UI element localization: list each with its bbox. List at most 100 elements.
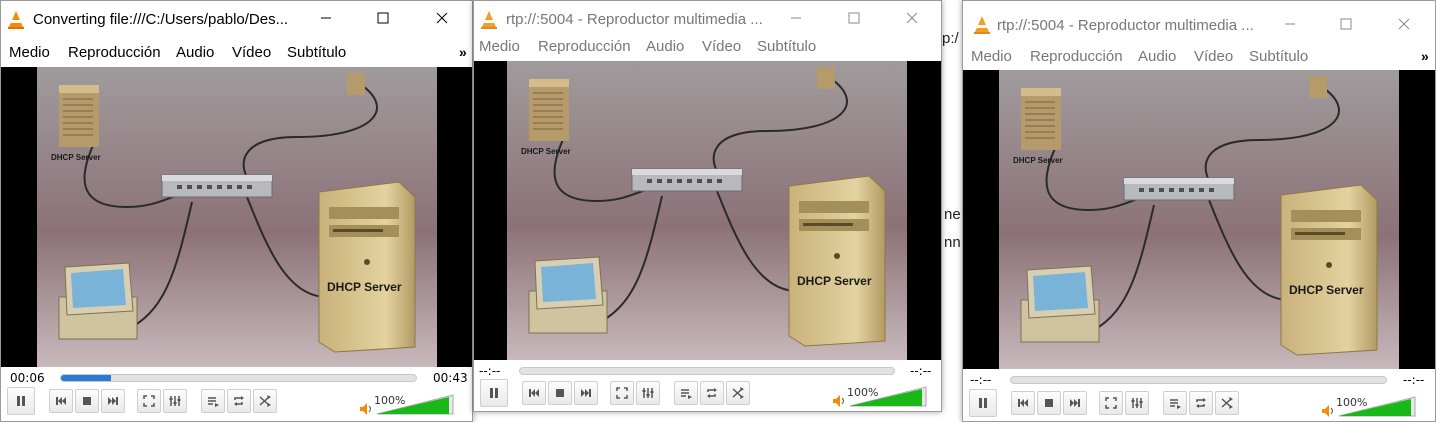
video-area[interactable]: DHCP Server DHCP Server — [963, 70, 1435, 369]
time-total: 00:43 — [433, 371, 468, 385]
server-label: DHCP Server — [1013, 156, 1063, 165]
pause-button[interactable] — [480, 379, 508, 407]
menu-subtitulo[interactable]: Subtítulo — [287, 44, 346, 61]
close-button[interactable] — [419, 1, 465, 35]
background-text-fragment: nn — [944, 234, 961, 251]
vlc-cone-icon — [8, 11, 24, 29]
time-elapsed: --:-- — [970, 373, 992, 387]
menu-medio[interactable]: Medio — [9, 44, 50, 61]
menu-overflow-chevron[interactable]: » — [1421, 48, 1429, 64]
stop-button[interactable] — [548, 381, 572, 405]
video-frame: DHCP Server DHCP Server — [999, 70, 1399, 369]
loop-button[interactable] — [700, 381, 724, 405]
menu-audio[interactable]: Audio — [646, 38, 684, 55]
menu-video[interactable]: Vídeo — [702, 38, 741, 55]
loop-button[interactable] — [1189, 391, 1213, 415]
background-text-fragment: p:/ — [942, 30, 959, 47]
next-button[interactable] — [1063, 391, 1087, 415]
seek-slider[interactable] — [60, 374, 417, 382]
seek-slider[interactable] — [519, 367, 895, 375]
previous-button[interactable] — [1011, 391, 1035, 415]
playlist-button[interactable] — [674, 381, 698, 405]
fullscreen-button[interactable] — [137, 389, 161, 413]
next-button[interactable] — [101, 389, 125, 413]
network-switch-illustration — [161, 174, 273, 198]
title-bar[interactable]: Converting file:///C:/Users/pablo/Des... — [1, 1, 472, 39]
fullscreen-button[interactable] — [1099, 391, 1123, 415]
maximize-button[interactable] — [1323, 7, 1369, 41]
tower-server-illustration — [318, 181, 416, 353]
minimize-button[interactable] — [773, 1, 819, 35]
volume-slider[interactable] — [1325, 395, 1417, 417]
menu-video[interactable]: Vídeo — [232, 44, 271, 61]
vlc-window-rtp-2[interactable]: rtp://:5004 - Reproductor multimedia ...… — [962, 0, 1436, 422]
volume-slider[interactable] — [836, 385, 928, 407]
shuffle-button[interactable] — [726, 381, 750, 405]
menu-reproduccion[interactable]: Reproducción — [538, 38, 631, 55]
small-server-illustration — [1021, 88, 1061, 150]
server-label: DHCP Server — [327, 280, 402, 294]
volume-slider[interactable] — [363, 393, 455, 415]
extended-settings-button[interactable] — [1125, 391, 1149, 415]
pause-button[interactable] — [969, 389, 997, 417]
fullscreen-button[interactable] — [610, 381, 634, 405]
seek-progress — [61, 375, 111, 381]
video-area[interactable]: DHCP Server DHCP Server — [474, 61, 941, 360]
window-title: rtp://:5004 - Reproductor multimedia ... — [997, 17, 1254, 34]
tower-server-illustration — [788, 175, 886, 347]
menu-overflow-chevron[interactable]: » — [459, 44, 467, 60]
close-button[interactable] — [1381, 7, 1427, 41]
tower-server-illustration — [1280, 184, 1378, 356]
video-area[interactable]: DHCP Server DHCP Server — [1, 67, 472, 367]
extended-settings-button[interactable] — [163, 389, 187, 413]
menu-subtitulo[interactable]: Subtítulo — [1249, 48, 1308, 65]
time-elapsed: --:-- — [479, 364, 501, 378]
menu-audio[interactable]: Audio — [1138, 48, 1176, 65]
computer-illustration — [1020, 265, 1100, 343]
network-switch-illustration — [1123, 177, 1235, 201]
shuffle-button[interactable] — [253, 389, 277, 413]
control-bar: 100% — [474, 379, 941, 411]
menu-medio[interactable]: Medio — [479, 38, 520, 55]
menu-medio[interactable]: Medio — [971, 48, 1012, 65]
maximize-button[interactable] — [831, 1, 877, 35]
vlc-window-rtp-1[interactable]: rtp://:5004 - Reproductor multimedia ...… — [473, 0, 942, 412]
previous-button[interactable] — [522, 381, 546, 405]
stop-button[interactable] — [75, 389, 99, 413]
server-label: DHCP Server — [797, 274, 872, 288]
window-title: Converting file:///C:/Users/pablo/Des... — [33, 11, 289, 28]
menu-reproduccion[interactable]: Reproducción — [68, 44, 161, 61]
server-label: DHCP Server — [51, 153, 101, 162]
control-bar: 100% — [1, 387, 472, 421]
menu-audio[interactable]: Audio — [176, 44, 214, 61]
minimize-button[interactable] — [1267, 7, 1313, 41]
stop-button[interactable] — [1037, 391, 1061, 415]
seek-slider[interactable] — [1010, 376, 1387, 384]
minimize-button[interactable] — [303, 1, 349, 35]
time-total: --:-- — [1403, 373, 1425, 387]
menu-subtitulo[interactable]: Subtítulo — [757, 38, 816, 55]
playlist-button[interactable] — [201, 389, 225, 413]
extended-settings-button[interactable] — [636, 381, 660, 405]
menu-bar: Medio Reproducción Audio Vídeo Subtítulo… — [1, 39, 472, 66]
next-button[interactable] — [574, 381, 598, 405]
server-label: DHCP Server — [1289, 283, 1364, 297]
vlc-cone-icon — [974, 16, 990, 34]
playlist-button[interactable] — [1163, 391, 1187, 415]
close-button[interactable] — [889, 1, 935, 35]
previous-button[interactable] — [49, 389, 73, 413]
vlc-window-converting[interactable]: Converting file:///C:/Users/pablo/Des...… — [0, 0, 473, 422]
pause-button[interactable] — [7, 387, 35, 415]
menu-reproduccion[interactable]: Reproducción — [1030, 48, 1123, 65]
loop-button[interactable] — [227, 389, 251, 413]
time-elapsed: 00:06 — [10, 371, 45, 385]
vlc-cone-icon — [481, 11, 497, 29]
maximize-button[interactable] — [360, 1, 406, 35]
shuffle-button[interactable] — [1215, 391, 1239, 415]
menu-bar: Medio Reproducción Audio Vídeo Subtítulo… — [963, 43, 1435, 70]
small-server-illustration — [59, 85, 99, 147]
menu-video[interactable]: Vídeo — [1194, 48, 1233, 65]
title-bar[interactable]: rtp://:5004 - Reproductor multimedia ... — [963, 1, 1435, 39]
time-total: --:-- — [910, 364, 932, 378]
seek-bar: --:-- --:-- — [963, 369, 1435, 391]
